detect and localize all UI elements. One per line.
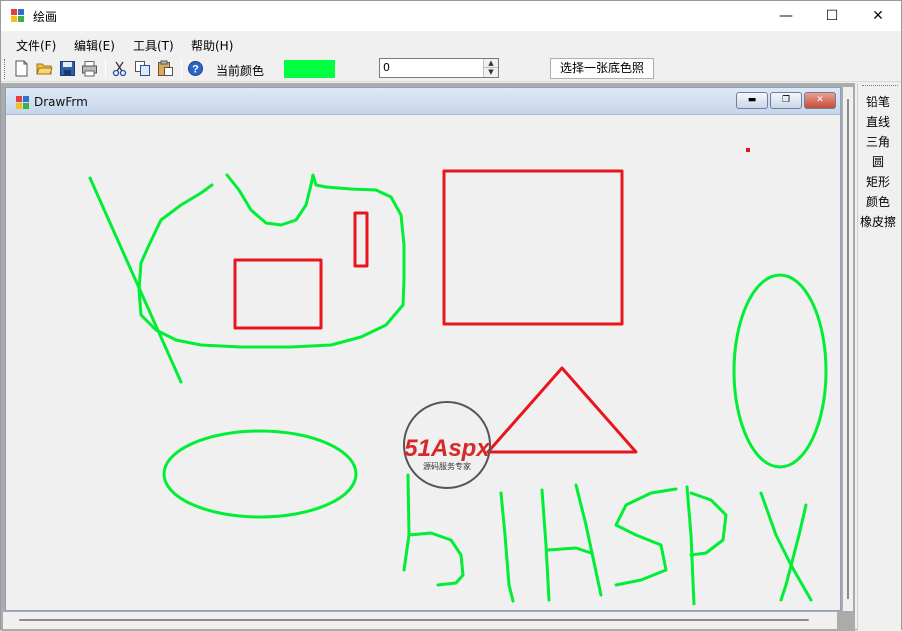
child-close-button[interactable]: ✕ [804, 92, 836, 109]
close-icon: ✕ [816, 95, 824, 105]
horizontal-scrollbar[interactable] [3, 612, 837, 629]
maximize-button[interactable]: ☐ [809, 1, 855, 31]
red-rectangle-small [233, 258, 323, 330]
tool-line[interactable]: 直线 [858, 113, 898, 130]
minimize-button[interactable]: — [763, 1, 809, 31]
menu-tools[interactable]: 工具(T) [133, 37, 174, 54]
help-icon[interactable]: ? [187, 60, 204, 77]
watermark-logo: 51Aspx 源码服务专家 [403, 401, 491, 489]
toolbar-grip[interactable] [4, 59, 7, 79]
close-button[interactable]: ✕ [855, 1, 901, 31]
line-width-value[interactable]: 0 [383, 61, 390, 74]
close-icon: ✕ [872, 8, 884, 24]
current-color-swatch[interactable] [284, 60, 335, 78]
tool-eraser[interactable]: 橡皮擦 [858, 213, 898, 230]
open-folder-icon[interactable] [36, 60, 53, 77]
toolbar-separator [105, 59, 106, 78]
title-bar: 绘画 — ☐ ✕ [1, 1, 901, 31]
toolbar-separator [181, 59, 182, 78]
green-ellipse-vertical [732, 273, 828, 469]
current-color-label: 当前颜色 [216, 64, 265, 78]
vertical-scrollbar[interactable] [843, 87, 853, 611]
menu-edit[interactable]: 编辑(E) [74, 37, 115, 54]
tool-panel: 铅笔 直线 三角 圆 矩形 颜色 橡皮擦 [857, 83, 901, 631]
red-dot [746, 148, 750, 152]
spin-down-icon[interactable]: ▼ [484, 68, 498, 77]
tool-color[interactable]: 颜色 [858, 193, 898, 210]
child-title-bar[interactable]: DrawFrm ▬ ❐ ✕ [6, 88, 840, 115]
menu-help[interactable]: 帮助(H) [191, 37, 233, 54]
svg-text:?: ? [192, 64, 199, 76]
tool-pencil[interactable]: 铅笔 [858, 93, 898, 110]
restore-icon: ❐ [781, 95, 791, 105]
print-icon[interactable] [81, 60, 98, 77]
paste-icon[interactable] [157, 60, 174, 77]
mdi-client-area: DrawFrm ▬ ❐ ✕ 51Aspx 源码服务专家 [1, 83, 855, 631]
copy-icon[interactable] [134, 60, 151, 77]
child-app-icon [16, 96, 29, 109]
window-title: 绘画 [33, 10, 58, 24]
toolbar: ? 当前颜色 0 ▲ ▼ 选择一张底色照 [1, 56, 901, 82]
stepper-buttons: ▲ ▼ [483, 59, 498, 77]
red-rectangle-large [442, 169, 624, 326]
tool-panel-grip[interactable] [862, 85, 898, 87]
horizontal-scroll-thumb[interactable] [19, 619, 809, 621]
watermark-tagline: 源码服务专家 [423, 461, 471, 471]
red-triangle [486, 366, 638, 454]
new-file-icon[interactable] [13, 60, 30, 77]
green-line-stroke [88, 176, 183, 384]
tool-rectangle[interactable]: 矩形 [858, 173, 898, 190]
spin-up-icon[interactable]: ▲ [484, 59, 498, 68]
tool-triangle[interactable]: 三角 [858, 133, 898, 150]
watermark-brand: 51Aspx [404, 435, 491, 462]
drawing-canvas[interactable]: 51Aspx 源码服务专家 [11, 115, 837, 605]
child-minimize-button[interactable]: ▬ [736, 92, 768, 109]
save-icon[interactable] [59, 60, 76, 77]
app-icon [11, 9, 24, 22]
draw-child-window: DrawFrm ▬ ❐ ✕ 51Aspx 源码服务专家 [5, 87, 841, 611]
minimize-icon: ▬ [747, 95, 757, 105]
red-rectangle-thin [353, 211, 369, 268]
menu-bar: 文件(F) 编辑(E) 工具(T) 帮助(H) [1, 33, 901, 55]
child-maximize-button[interactable]: ❐ [770, 92, 802, 109]
vertical-scroll-thumb[interactable] [847, 99, 849, 599]
minimize-icon: — [779, 8, 793, 24]
drawing-surface: 51Aspx 源码服务专家 [88, 148, 828, 605]
green-ellipse-horizontal [162, 429, 358, 519]
tool-circle[interactable]: 圆 [858, 153, 898, 170]
cut-icon[interactable] [111, 60, 128, 77]
green-handwriting [402, 473, 813, 605]
child-window-title: DrawFrm [34, 95, 88, 109]
select-background-button[interactable]: 选择一张底色照 [550, 58, 654, 79]
menu-file[interactable]: 文件(F) [16, 37, 56, 54]
main-window: 绘画 — ☐ ✕ 文件(F) 编辑(E) 工具(T) 帮助(H) ? 当前颜色 … [0, 0, 902, 631]
line-width-stepper[interactable]: 0 ▲ ▼ [379, 58, 499, 78]
maximize-icon: ☐ [825, 8, 839, 24]
